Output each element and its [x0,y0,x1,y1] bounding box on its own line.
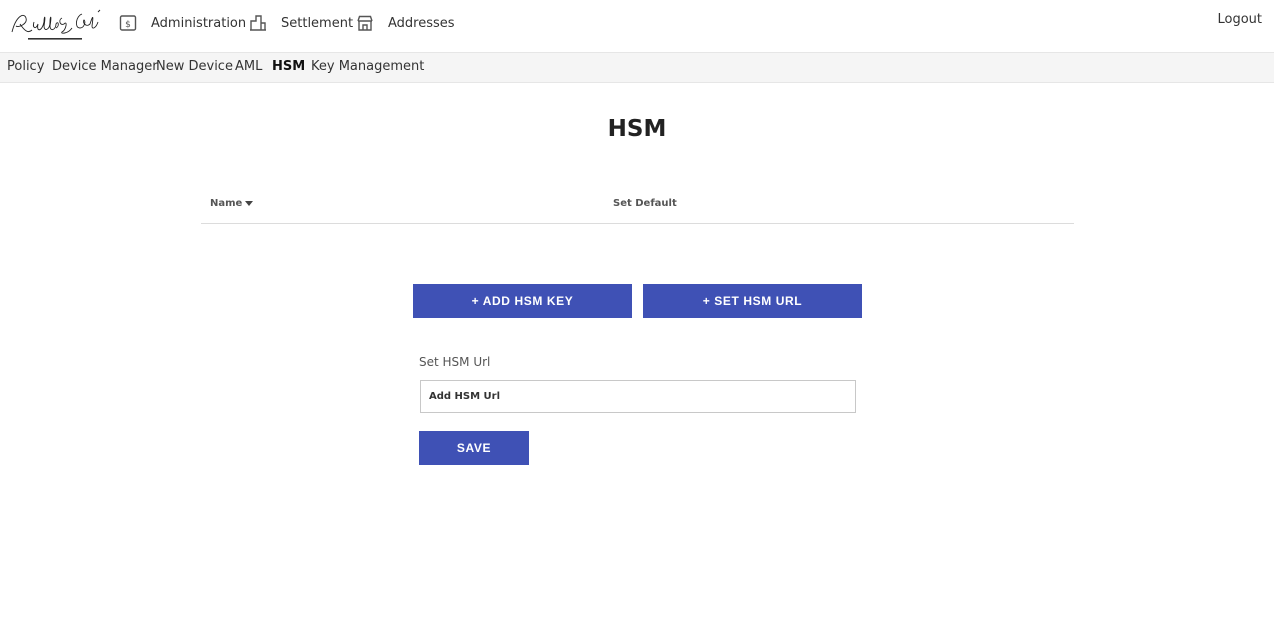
column-header-set-default[interactable]: Set Default [613,198,677,209]
sub-navigation: Policy Device Manager New Device AML HSM… [0,52,1274,83]
hsm-url-field-label: Set HSM Url [419,355,491,369]
logo-signature-icon [11,9,101,40]
hsm-table-header: Name Set Default [201,194,1074,224]
top-navbar: $ Administration Settlement Addresses Lo… [0,0,1274,52]
set-hsm-url-button[interactable]: + SET HSM URL [643,284,862,318]
hsm-url-input[interactable] [420,380,856,413]
nav-addresses[interactable]: Addresses [356,12,455,34]
nav-settlement-label: Settlement [281,15,354,31]
subnav-aml[interactable]: AML [235,59,262,74]
nav-addresses-label: Addresses [388,15,455,31]
add-hsm-key-button[interactable]: + ADD HSM KEY [413,284,632,318]
save-button[interactable]: SAVE [419,431,529,465]
building-icon [249,14,267,32]
page-title: HSM [607,116,667,142]
subnav-key-management[interactable]: Key Management [311,59,424,74]
storefront-icon [356,14,374,32]
nav-administration-label: Administration [151,15,247,31]
column-header-name[interactable]: Name [210,198,254,209]
subnav-hsm[interactable]: HSM [272,59,305,74]
nav-settlement[interactable]: Settlement [249,12,353,34]
subnav-new-device[interactable]: New Device [156,59,233,74]
nav-administration[interactable]: $ Administration [119,12,246,34]
svg-text:$: $ [125,20,131,30]
column-name-label: Name [210,198,243,209]
subnav-policy[interactable]: Policy [7,59,44,74]
dollar-box-icon: $ [119,14,137,32]
riddle-and-code-logo[interactable] [6,4,102,44]
logout-link[interactable]: Logout [1217,12,1262,27]
subnav-device-manager[interactable]: Device Manager [52,59,158,74]
sort-desc-icon [245,200,254,206]
